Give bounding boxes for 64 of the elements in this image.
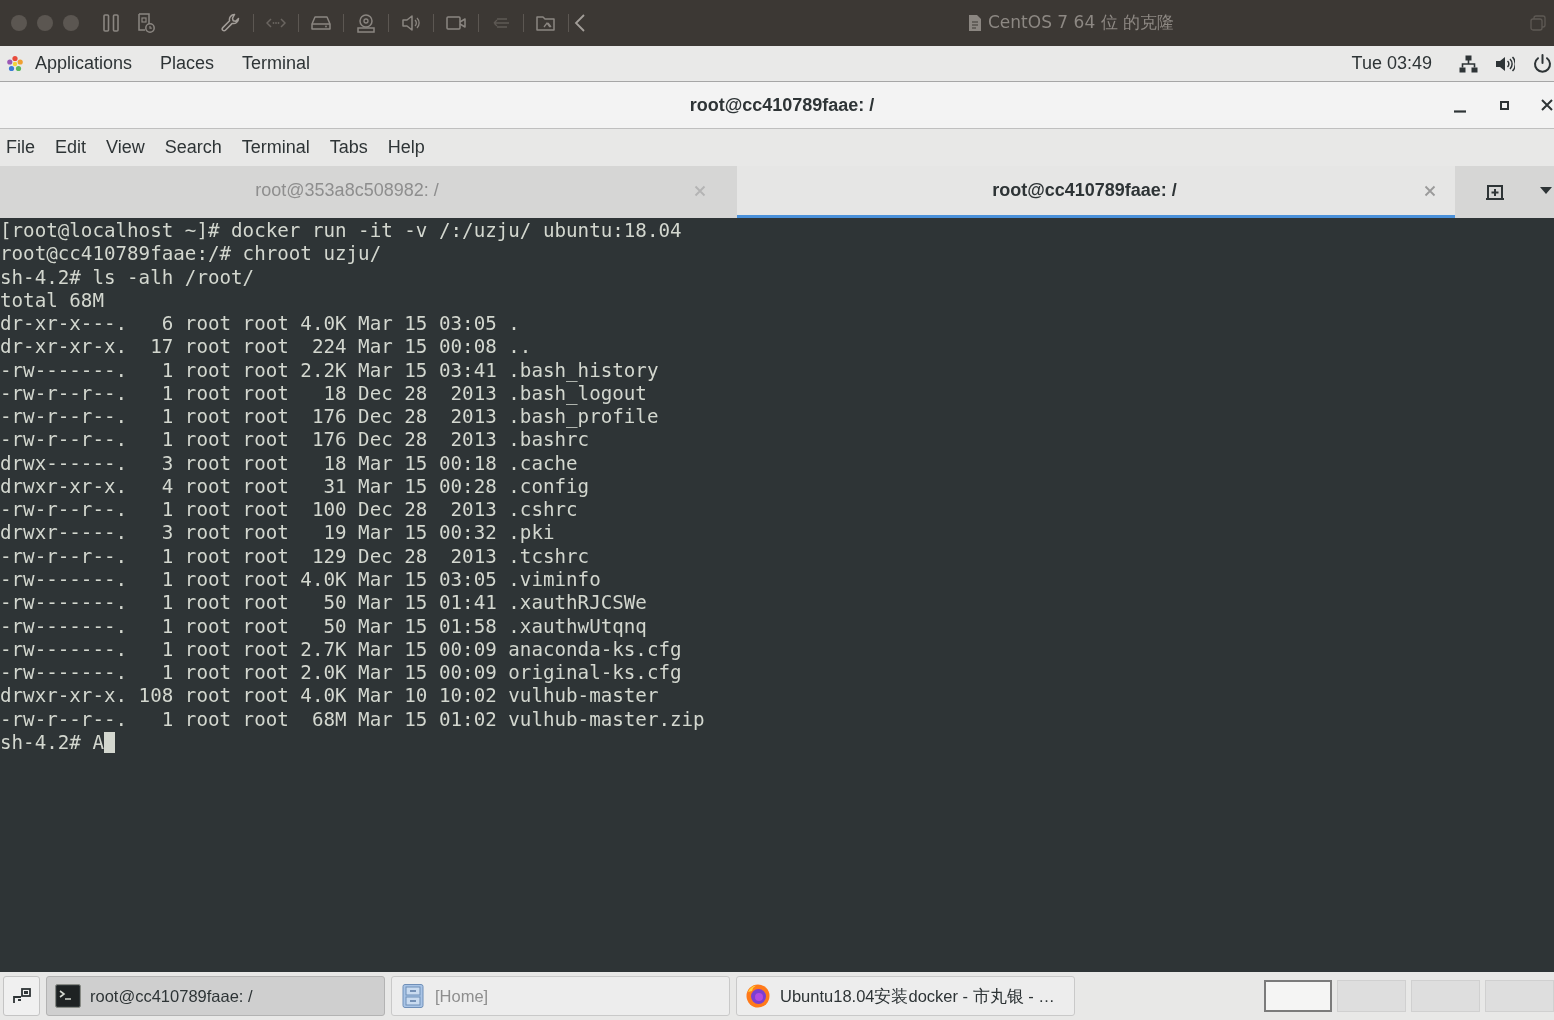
clock[interactable]: Tue 03:49 bbox=[1351, 50, 1432, 77]
menu-item[interactable]: Tabs bbox=[329, 134, 368, 161]
top-bar-menu[interactable]: Places bbox=[160, 50, 215, 77]
terminal-line: -rw-------. 1 root root 2.0K Mar 15 00:09 original-ks.cfg bbox=[0, 661, 682, 685]
power-icon[interactable] bbox=[1533, 54, 1552, 73]
window-squares-icon bbox=[12, 988, 31, 1004]
speaker-icon[interactable] bbox=[401, 13, 421, 33]
top-bar-menu[interactable]: Applications bbox=[35, 50, 133, 77]
terminal-line: sh-4.2# ls -alh /root/ bbox=[0, 265, 255, 289]
file-cabinet-icon bbox=[400, 984, 426, 1008]
menu-item[interactable]: Edit bbox=[55, 134, 87, 161]
terminal-line: -rw-r--r--. 1 root root 18 Dec 28 2013 .bash_logout bbox=[0, 381, 647, 406]
terminal-line: -rw-------. 1 root root 4.0K Mar 15 03:05 .viminfo bbox=[0, 568, 601, 592]
menu-item[interactable]: File bbox=[6, 134, 35, 161]
volume-icon[interactable] bbox=[1495, 54, 1515, 73]
terminal-line: drwxr-xr-x. 108 root root 4.0K Mar 10 10:02 vulhub-master bbox=[0, 684, 659, 708]
workspace-thumbnail[interactable] bbox=[1264, 980, 1332, 1012]
terminal-line: -rw-r--r--. 1 root root 100 Dec 28 2013 .cshrc bbox=[0, 498, 578, 522]
document-clock-icon[interactable] bbox=[137, 13, 155, 33]
caret-icon[interactable] bbox=[1540, 187, 1552, 194]
menu-item[interactable]: Terminal bbox=[241, 134, 310, 161]
show-desktop-button[interactable] bbox=[3, 976, 40, 1016]
flower-logo-icon[interactable] bbox=[6, 54, 24, 73]
terminal-icon bbox=[55, 984, 81, 1008]
terminal-line: drwxr-xr-x. 4 root root 31 Mar 15 00:28 .config bbox=[0, 474, 590, 499]
terminal-line: sh-4.2# A bbox=[0, 730, 104, 755]
window-title: CentOS 7 64 位 的克隆 bbox=[988, 11, 1174, 35]
terminal-line: -rw-r--r--. 1 root root 176 Dec 28 2013 .bash_profile bbox=[0, 405, 659, 429]
close-icon[interactable] bbox=[1541, 99, 1553, 111]
menu-item[interactable]: Help bbox=[387, 134, 425, 161]
wrench-icon[interactable] bbox=[221, 13, 241, 33]
terminal-line: dr-xr-xr-x. 17 root root 224 Mar 15 00:08 .. bbox=[0, 335, 532, 359]
terminal-line: -rw-------. 1 root root 50 Mar 15 01:58 .xauthwUtqnq bbox=[0, 614, 647, 638]
terminal-line: -rw-r--r--. 1 root root 176 Dec 28 2013 .bashrc bbox=[0, 428, 590, 452]
top-bar-menu[interactable]: Terminal bbox=[242, 50, 311, 77]
taskbar-window-button[interactable]: Ubuntu18.04安装docker - 市丸银 - … bbox=[736, 976, 1075, 1016]
pause-icon[interactable] bbox=[103, 14, 119, 32]
round-logo-icon bbox=[745, 984, 771, 1008]
maximize-icon[interactable] bbox=[1500, 100, 1509, 110]
taskbar-window-button[interactable]: root@cc410789faae: / bbox=[46, 976, 385, 1016]
shared-folder-icon[interactable] bbox=[536, 13, 556, 33]
terminal-line: -rw-------. 1 root root 2.7K Mar 15 00:09 anaconda-ks.cfg bbox=[0, 637, 682, 662]
terminal-line: dr-xr-x---. 6 root root 4.0K Mar 15 03:05 . bbox=[0, 312, 520, 336]
video-camera-icon[interactable] bbox=[446, 13, 466, 33]
terminal-line: [root@localhost ~]# docker run -it -v /:/uzju/ ubuntu:18.04 bbox=[0, 219, 682, 243]
terminal-line: -rw-r--r--. 1 root root 129 Dec 28 2013 .tcshrc bbox=[0, 544, 590, 568]
tab[interactable]: root@cc410789faae: / bbox=[737, 166, 1455, 218]
terminal-line: root@cc410789faae:/# chroot uzju/ bbox=[0, 242, 382, 266]
terminal-line: -rw-------. 1 root root 2.2K Mar 15 03:41 .bash_history bbox=[0, 358, 659, 382]
network-icon[interactable] bbox=[1459, 54, 1478, 73]
terminal-line: total 68M bbox=[0, 288, 104, 313]
restore-icon[interactable] bbox=[1530, 15, 1546, 31]
terminal-line: drwxr-----. 3 root root 19 Mar 15 00:32 .pki bbox=[0, 521, 555, 545]
document-icon bbox=[968, 14, 982, 32]
disk-drive-icon[interactable] bbox=[311, 13, 331, 33]
terminal-line: -rw-r--r--. 1 root root 68M Mar 15 01:02 vulhub-master.zip bbox=[0, 707, 705, 731]
text-cursor bbox=[103, 731, 115, 753]
terminal-line: drwx------. 3 root root 18 Mar 15 00:18 .cache bbox=[0, 451, 578, 475]
webcam-icon[interactable] bbox=[356, 13, 376, 33]
chevron-left-icon[interactable] bbox=[574, 13, 586, 33]
window-title: root@cc410789faae: / bbox=[688, 93, 875, 117]
menu-item[interactable]: View bbox=[106, 134, 145, 161]
terminal-line: -rw-------. 1 root root 50 Mar 15 01:41 .xauthRJCSWe bbox=[0, 591, 647, 615]
menu-item[interactable]: Search bbox=[164, 134, 222, 161]
